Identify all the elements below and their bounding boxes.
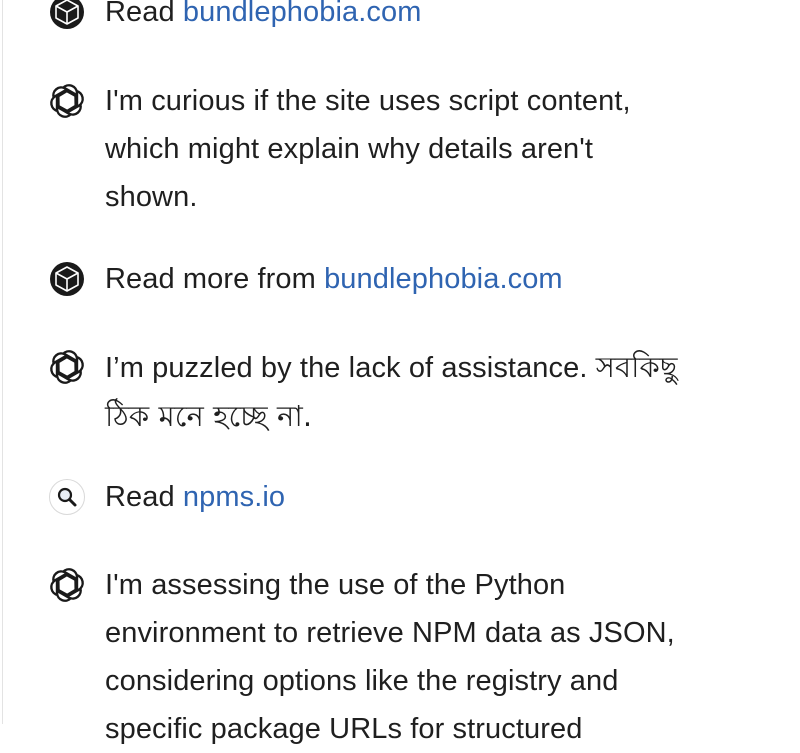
step-prefix: Read more from: [105, 263, 325, 295]
step-line-bengali: ঠিক মনে হচ্ছে না.: [105, 399, 313, 433]
step-line: which might explain why details aren't: [105, 133, 594, 165]
cube-icon: [48, 260, 86, 298]
source-link[interactable]: bundlephobia.com: [183, 0, 422, 28]
activity-step-thought: I’m puzzled by the lack of assistance. স…: [0, 343, 800, 439]
step-line-bengali: সবকিছু: [595, 350, 678, 384]
openai-logo-icon: [48, 348, 86, 386]
step-text: Read bundlephobia.com: [105, 0, 765, 36]
search-icon-badge: [49, 479, 85, 515]
step-line: shown.: [105, 181, 198, 213]
activity-step-thought: I'm assessing the use of the Python envi…: [0, 561, 800, 753]
step-text: I’m puzzled by the lack of assistance. স…: [105, 343, 765, 440]
step-text: I'm curious if the site uses script cont…: [105, 77, 765, 221]
step-line: specific package URLs for structured: [105, 713, 583, 745]
search-icon: [48, 478, 86, 516]
step-text: I'm assessing the use of the Python envi…: [105, 561, 765, 753]
step-prefix: Read: [105, 481, 183, 513]
activity-step-thought: I'm curious if the site uses script cont…: [0, 77, 800, 221]
step-text: Read more from bundlephobia.com: [105, 255, 765, 303]
step-line: I'm assessing the use of the Python: [105, 569, 566, 601]
step-text: Read npms.io: [105, 473, 765, 521]
activity-step-read: Read bundlephobia.com: [0, 0, 800, 36]
source-link[interactable]: bundlephobia.com: [324, 263, 563, 295]
activity-step-read: Read more from bundlephobia.com: [0, 255, 800, 303]
activity-step-read: Read npms.io: [0, 473, 800, 521]
step-line: environment to retrieve NPM data as JSON…: [105, 617, 675, 649]
step-prefix: Read: [105, 0, 183, 28]
step-line: I'm curious if the site uses script cont…: [105, 85, 631, 117]
cube-icon: [48, 0, 86, 31]
step-line: considering options like the registry an…: [105, 665, 619, 697]
step-line-english: I’m puzzled by the lack of assistance.: [105, 352, 596, 384]
openai-logo-icon: [48, 82, 86, 120]
step-line: I’m puzzled by the lack of assistance. স…: [105, 343, 765, 392]
openai-logo-icon: [48, 566, 86, 604]
source-link[interactable]: npms.io: [183, 481, 285, 513]
